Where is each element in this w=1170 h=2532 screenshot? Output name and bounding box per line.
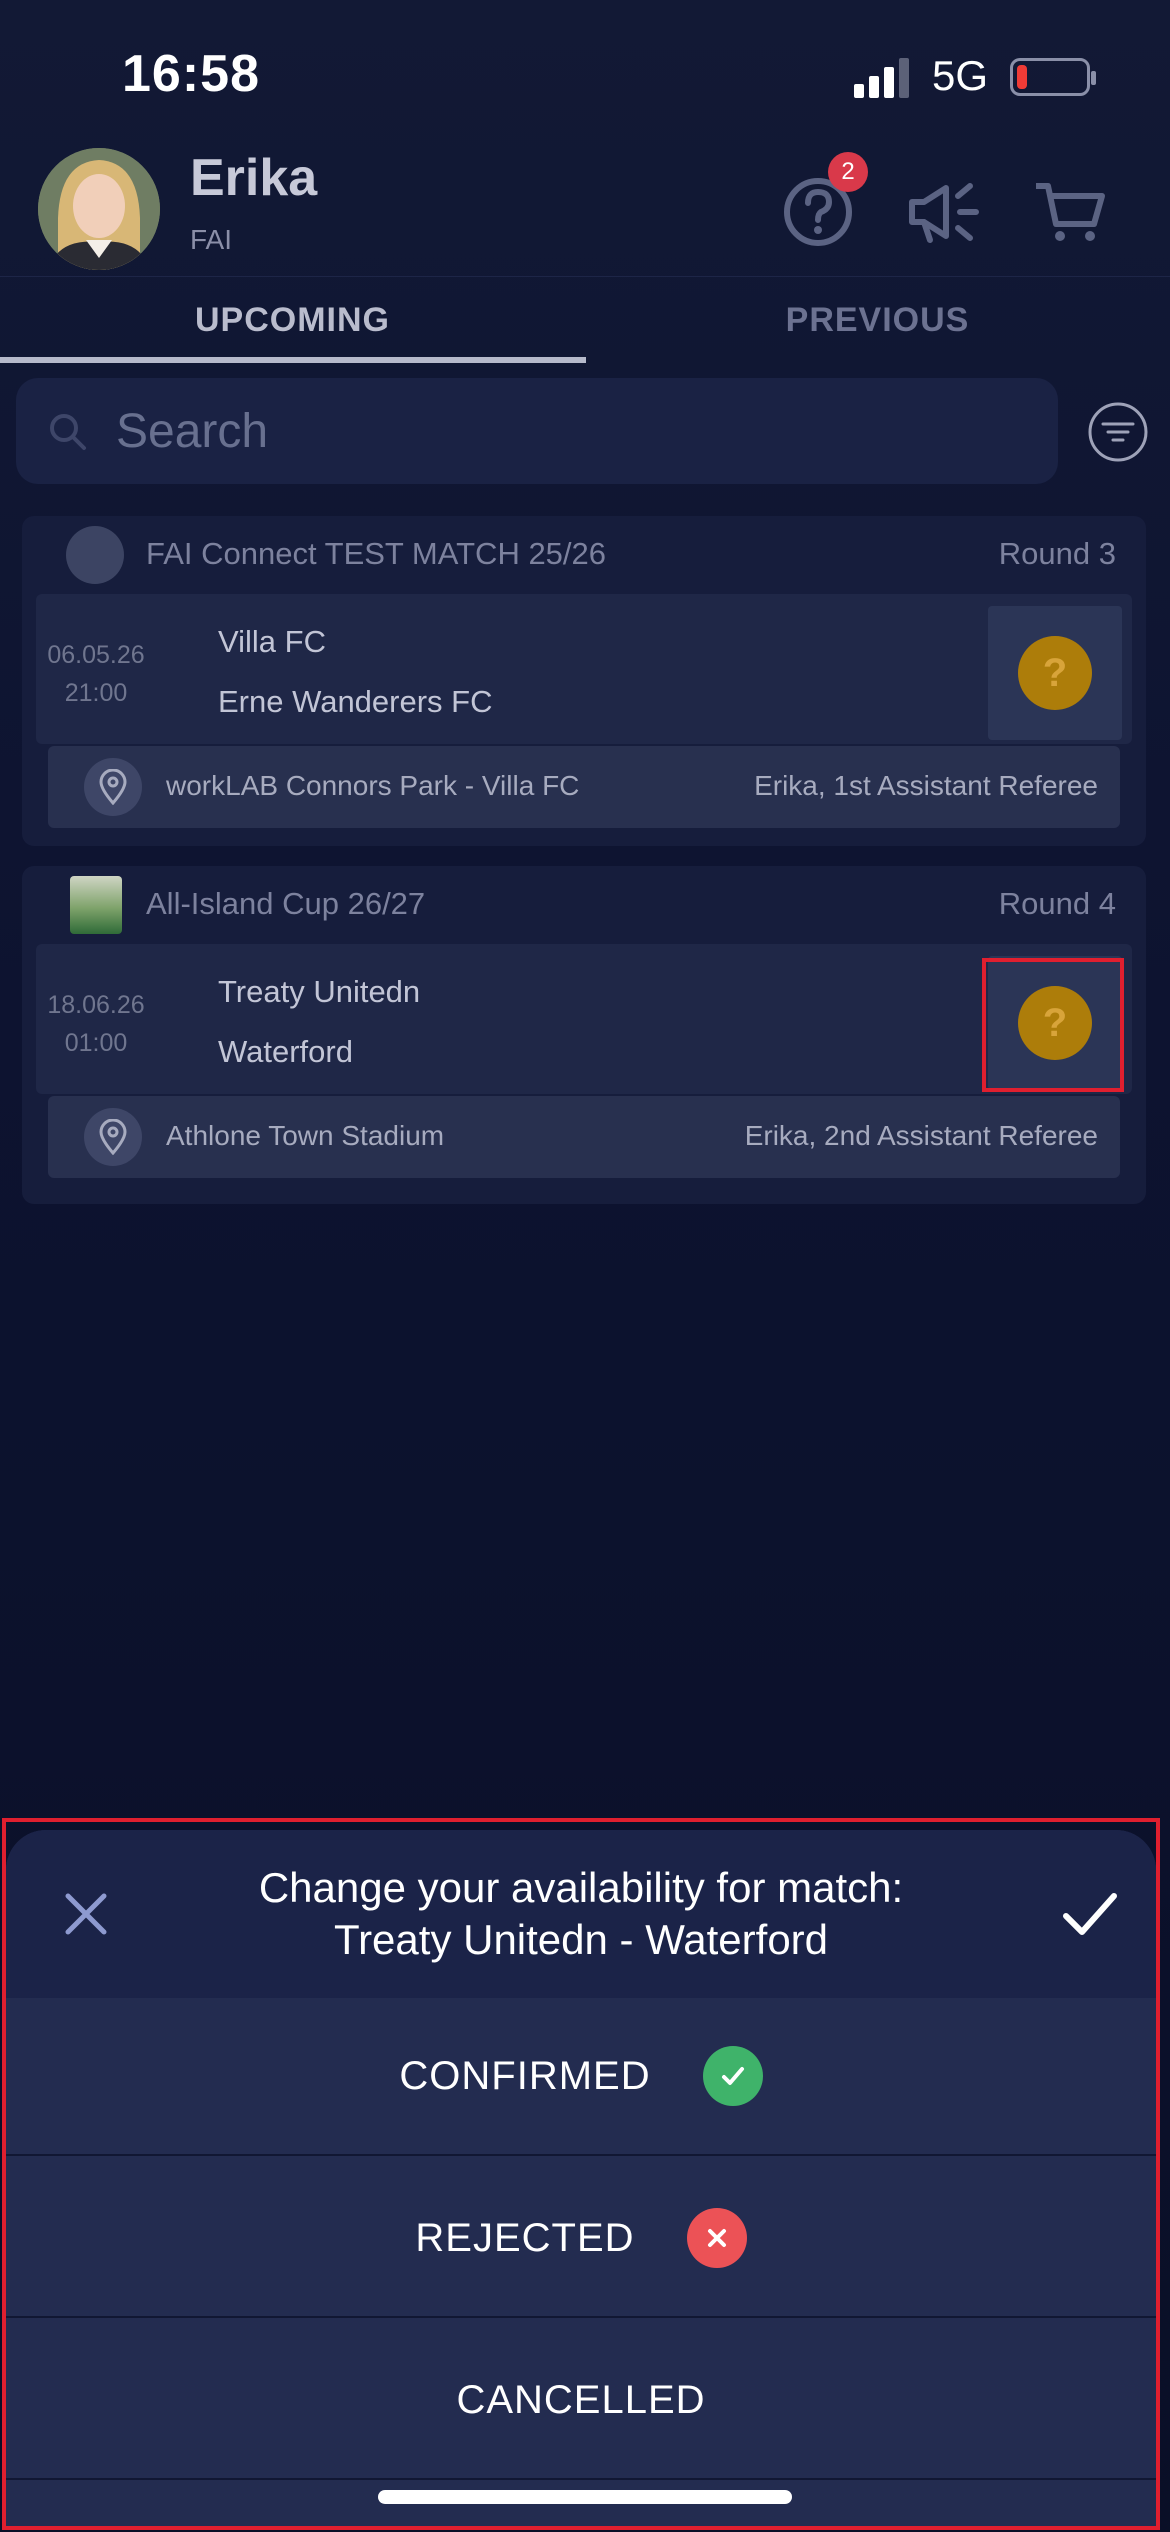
- availability-button[interactable]: ?: [988, 956, 1122, 1090]
- venue-name: Athlone Town Stadium: [166, 1120, 445, 1151]
- competition-name: FAI Connect TEST MATCH 25/26: [146, 536, 607, 571]
- tab-previous[interactable]: PREVIOUS: [585, 277, 1170, 363]
- user-name: Erika: [190, 149, 318, 207]
- competition-logo: [70, 876, 122, 934]
- match-date: 06.05.26: [47, 641, 145, 669]
- megaphone-icon[interactable]: [904, 172, 984, 252]
- status-bar: 16:58 5G: [0, 0, 1170, 140]
- away-team: Waterford: [218, 1034, 353, 1069]
- signal-icon: [854, 58, 909, 98]
- official-role: Erika, 2nd Assistant Referee: [744, 1120, 1098, 1151]
- match-time: 01:00: [64, 1029, 128, 1057]
- venue-bar: Athlone Town Stadium Erika, 2nd Assistan…: [48, 1096, 1120, 1178]
- user-organization: FAI: [190, 224, 233, 255]
- home-team: Treaty Unitedn: [218, 974, 421, 1009]
- competition-name: All-Island Cup 26/27: [146, 886, 426, 921]
- match-date: 18.06.26: [47, 991, 145, 1019]
- competition-round: Round 4: [998, 886, 1116, 921]
- availability-button[interactable]: ?: [988, 606, 1122, 740]
- match-card[interactable]: 18.06.26 01:00 Treaty Unitedn Waterford …: [36, 944, 1132, 1094]
- battery-icon: [1010, 58, 1096, 96]
- cart-icon[interactable]: [1030, 172, 1110, 252]
- competition-logo: [66, 526, 124, 584]
- network-type: 5G: [932, 52, 989, 99]
- tab-upcoming[interactable]: UPCOMING: [0, 277, 585, 363]
- competition-round: Round 3: [998, 536, 1116, 571]
- tab-bar: UPCOMING PREVIOUS: [0, 276, 1170, 363]
- venue-name: workLAB Connors Park - Villa FC: [166, 770, 580, 801]
- official-role: Erika, 1st Assistant Referee: [754, 770, 1098, 801]
- venue-bar: workLAB Connors Park - Villa FC Erika, 1…: [48, 746, 1120, 828]
- pending-status-icon: ?: [1018, 986, 1092, 1060]
- location-pin-icon: [84, 758, 142, 816]
- match-card[interactable]: 06.05.26 21:00 Villa FC Erne Wanderers F…: [36, 594, 1132, 744]
- match-time: 21:00: [64, 679, 128, 707]
- search-bar: [16, 378, 1058, 484]
- match-group: FAI Connect TEST MATCH 25/26 Round 3 06.…: [22, 516, 1146, 846]
- location-pin-icon: [84, 1108, 142, 1166]
- notification-badge: 2: [828, 152, 868, 192]
- home-team: Villa FC: [218, 624, 326, 659]
- avatar[interactable]: [38, 148, 160, 270]
- search-icon: [50, 414, 86, 450]
- away-team: Erne Wanderers FC: [218, 684, 493, 719]
- home-indicator[interactable]: [378, 2490, 792, 2504]
- filter-icon[interactable]: [1086, 400, 1150, 464]
- search-input[interactable]: [116, 378, 1016, 484]
- match-datetime: 06.05.26 21:00: [36, 636, 156, 712]
- match-group: All-Island Cup 26/27 Round 4 18.06.26 01…: [22, 866, 1146, 1204]
- active-tab-indicator: [0, 357, 586, 363]
- pending-status-icon: ?: [1018, 636, 1092, 710]
- status-time: 16:58: [122, 45, 260, 103]
- sheet-highlight-frame: [2, 1818, 1160, 2530]
- match-datetime: 18.06.26 01:00: [36, 986, 156, 1062]
